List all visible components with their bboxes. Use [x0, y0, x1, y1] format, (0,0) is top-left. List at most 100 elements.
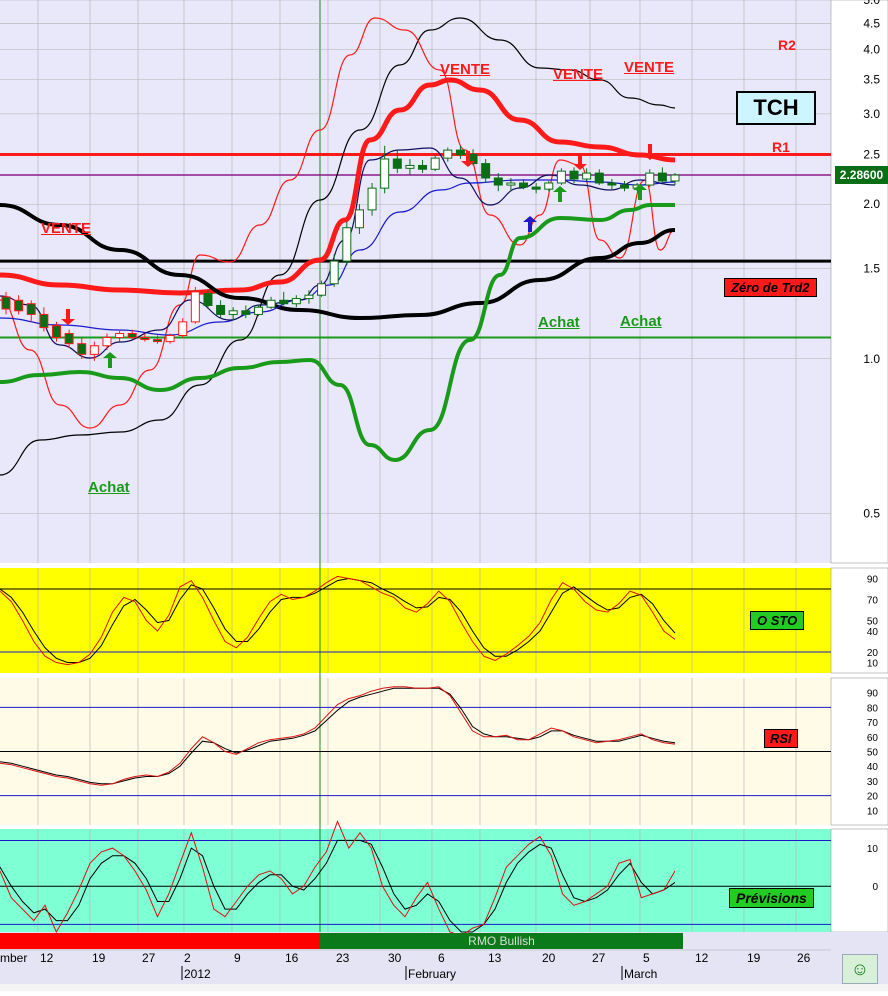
- candle-body-40: [506, 182, 516, 186]
- ytick-main-9: 0.5: [863, 506, 880, 520]
- annotation-vente-2: VENTE: [553, 66, 604, 83]
- ytick-main-7: 1.5: [863, 261, 880, 275]
- rsi-label: RSI: [764, 729, 798, 748]
- xtick-6: 16: [285, 951, 299, 965]
- ytick-main-6: 2.0: [863, 197, 880, 211]
- axis-bg-rsi: [830, 677, 888, 826]
- annotation-vente-3: VENTE: [624, 59, 675, 76]
- axis-bg-sto: [830, 567, 888, 674]
- candle-body-9: [115, 332, 125, 339]
- ytick-main-4: 3.0: [863, 107, 880, 121]
- annotation-achat-2: Achat: [538, 314, 580, 331]
- xmonth-1: February: [408, 967, 456, 981]
- candle-body-17: [216, 304, 226, 315]
- candle-body-35: [443, 149, 453, 159]
- chart-svg: 5.04.54.03.53.02.52.01.51.00.59070504020…: [0, 0, 888, 991]
- xtick-15: 19: [747, 951, 761, 965]
- candle-body-20: [253, 306, 263, 315]
- candle-body-53: [670, 174, 680, 182]
- candle-body-7: [89, 345, 99, 355]
- ytick-main-1: 4.5: [863, 16, 880, 30]
- level-label-r1: R1: [772, 139, 790, 155]
- ytick-sto-0: 90: [867, 575, 879, 586]
- level-label-r2: R2: [778, 37, 796, 53]
- ytick-sto-1: 70: [867, 596, 879, 607]
- ytick-prev-0: 10: [867, 844, 879, 855]
- candle-body-8: [102, 337, 112, 347]
- candle-body-44: [556, 170, 566, 184]
- candle-body-10: [127, 332, 137, 339]
- candle-body-32: [405, 164, 415, 169]
- candle-body-28: [354, 209, 364, 229]
- candle-body-39: [493, 177, 503, 186]
- xtick-0: mber: [0, 951, 27, 965]
- sto-label: O STO: [750, 611, 805, 630]
- candle-body-15: [190, 291, 200, 323]
- candle-body-1: [14, 299, 24, 312]
- xtick-13: 5: [643, 951, 650, 965]
- rmo-bearish-bar: [0, 933, 320, 949]
- ytick-rsi-3: 60: [867, 733, 879, 744]
- panel-bg-sto: [0, 568, 831, 673]
- candle-body-46: [582, 172, 592, 180]
- candle-body-33: [418, 164, 428, 170]
- candle-body-34: [430, 157, 440, 170]
- xtick-11: 20: [542, 951, 556, 965]
- candle-body-24: [304, 294, 314, 300]
- xmonth-0: 2012: [184, 967, 211, 981]
- xtick-9: 6: [438, 951, 445, 965]
- ytick-rsi-5: 40: [867, 762, 879, 773]
- xmonth-2: March: [624, 967, 657, 981]
- candle-body-6: [77, 343, 87, 355]
- annotation-vente-4: VENTE: [41, 220, 92, 237]
- annotation-achat-1: Achat: [88, 479, 130, 496]
- annotation-achat-3: Achat: [620, 313, 662, 330]
- ytick-rsi-8: 10: [867, 806, 879, 817]
- previsions-label: Prévisions: [729, 888, 814, 908]
- xtick-2: 19: [92, 951, 106, 965]
- candle-body-25: [317, 283, 327, 296]
- ytick-sto-3: 40: [867, 627, 879, 638]
- ytick-main-5: 2.5: [863, 148, 880, 162]
- smiley-icon[interactable]: ☺: [842, 954, 878, 984]
- xtick-3: 27: [142, 951, 156, 965]
- candle-body-2: [26, 303, 36, 315]
- xtick-4: 2: [184, 951, 191, 965]
- xtick-10: 13: [488, 951, 502, 965]
- candle-body-52: [657, 172, 667, 182]
- ytick-rsi-0: 90: [867, 689, 879, 700]
- candle-body-26: [329, 260, 339, 285]
- candle-body-4: [51, 325, 61, 339]
- candle-body-48: [607, 182, 617, 186]
- candle-body-23: [291, 298, 301, 305]
- candle-body-42: [531, 186, 541, 190]
- candle-body-22: [279, 299, 289, 305]
- candle-body-5: [64, 332, 74, 345]
- candle-body-12: [152, 339, 162, 343]
- candle-body-27: [342, 227, 352, 262]
- ytick-main-0: 5.0: [863, 0, 880, 7]
- ytick-main-2: 4.0: [863, 43, 880, 57]
- ytick-prev-1: 0: [872, 882, 878, 893]
- candle-body-14: [178, 321, 188, 336]
- panel-bg-prev: [0, 829, 831, 932]
- ytick-sto-2: 50: [867, 617, 879, 628]
- xtick-12: 27: [592, 951, 606, 965]
- ytick-sto-4: 20: [867, 648, 879, 659]
- candle-body-36: [455, 149, 465, 156]
- candle-body-38: [481, 163, 491, 179]
- xtick-5: 9: [234, 951, 241, 965]
- candle-body-3: [39, 313, 49, 329]
- last-price-badge: 2.28600: [835, 166, 888, 184]
- candle-body-49: [620, 184, 630, 189]
- candle-body-13: [165, 334, 175, 343]
- ytick-rsi-6: 30: [867, 777, 879, 788]
- candle-body-21: [266, 299, 276, 308]
- candle-body-29: [367, 187, 377, 211]
- zero-trd2-label: Zéro de Trd2: [724, 278, 817, 297]
- ytick-main-8: 1.0: [863, 352, 880, 366]
- xtick-8: 30: [388, 951, 402, 965]
- ytick-rsi-2: 70: [867, 718, 879, 729]
- ticker-label: TCH: [736, 91, 816, 125]
- xtick-14: 12: [695, 951, 709, 965]
